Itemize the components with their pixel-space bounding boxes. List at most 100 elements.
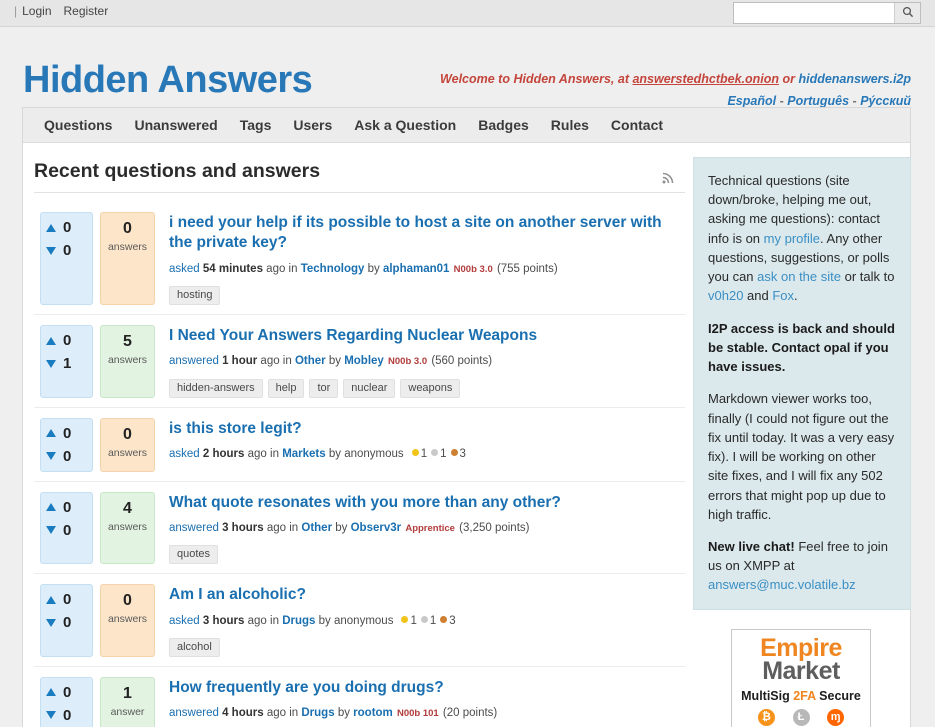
upvote-arrow-icon[interactable]: [46, 595, 56, 604]
v0h20-link[interactable]: v0h20: [708, 288, 743, 303]
notice-text-1e: .: [794, 288, 798, 304]
meta-by: by: [335, 522, 348, 534]
tag-link[interactable]: hosting: [169, 286, 221, 305]
upvote-count: 0: [63, 591, 72, 609]
ask-on-the-site-link[interactable]: ask on the site: [757, 269, 841, 284]
language-link-ru[interactable]: Рýсский: [860, 94, 911, 108]
answer-count-box: 0 answers: [100, 584, 155, 657]
empire-market-ad[interactable]: Empire Market MultiSig 2FA Secure ₿ Ł ɱ: [731, 628, 871, 727]
vote-box: 00: [40, 584, 93, 657]
meta-action: asked: [169, 614, 200, 627]
nav-item-tags[interactable]: Tags: [229, 108, 283, 142]
upvote-row[interactable]: 0: [41, 496, 92, 519]
upvote-row[interactable]: 0: [41, 681, 92, 704]
meta-user-link[interactable]: rootom: [353, 707, 393, 719]
meta-category-link[interactable]: Technology: [301, 263, 365, 275]
meta-action: answered: [169, 522, 219, 534]
vote-box: 00: [40, 491, 93, 565]
question-title-link[interactable]: How frequently are you doing drugs?: [169, 678, 685, 698]
upvote-row[interactable]: 0: [41, 216, 92, 239]
downvote-arrow-icon[interactable]: [46, 618, 56, 627]
downvote-row[interactable]: 1: [41, 352, 92, 375]
tag-link[interactable]: nuclear: [343, 378, 396, 398]
downvote-arrow-icon[interactable]: [46, 359, 56, 368]
question-meta: asked 2 hours ago in Markets by anonymou…: [169, 446, 685, 462]
notice-paragraph-4: New live chat! Feel free to join us on X…: [708, 537, 896, 595]
downvote-arrow-icon[interactable]: [46, 711, 56, 720]
nav-item-badges[interactable]: Badges: [467, 108, 540, 142]
tag-link[interactable]: hidden-answers: [169, 378, 263, 398]
question-row: 0 1 5 answers I Need Your Answers Regarding …: [34, 315, 685, 408]
ad-tagline-multisig: MultiSig: [741, 689, 794, 704]
question-row: 0 0 0 answers i need your help if its possib…: [34, 202, 685, 315]
xmpp-link[interactable]: answers@muc.volatile.bz: [708, 577, 856, 592]
search-button[interactable]: [894, 3, 920, 23]
downvote-arrow-icon[interactable]: [46, 526, 56, 535]
downvote-row[interactable]: 0: [41, 239, 92, 262]
upvote-arrow-icon[interactable]: [46, 336, 56, 345]
question-title-link[interactable]: Am I an alcoholic?: [169, 585, 685, 605]
question-title-link[interactable]: What quote resonates with you more than …: [169, 493, 685, 513]
question-title-link[interactable]: I Need Your Answers Regarding Nuclear We…: [169, 326, 685, 346]
meta-user-link[interactable]: Mobley: [344, 355, 384, 367]
nav-item-unanswered[interactable]: Unanswered: [123, 108, 228, 142]
meta-category-link[interactable]: Drugs: [301, 707, 334, 719]
question-body: i need your help if its possible to host…: [169, 212, 685, 305]
tag-link[interactable]: tor: [309, 378, 339, 398]
search-box[interactable]: [733, 2, 921, 24]
nav-item-questions[interactable]: Questions: [33, 108, 123, 142]
upvote-arrow-icon[interactable]: [46, 223, 56, 232]
upvote-row[interactable]: 0: [41, 329, 92, 352]
my-profile-link[interactable]: my profile: [764, 231, 820, 246]
meta-action: answered: [169, 355, 219, 368]
question-meta: answered 1 hour ago in Other by Mobley N…: [169, 353, 685, 369]
nav-item-ask-a-question[interactable]: Ask a Question: [343, 108, 467, 142]
tag-link[interactable]: weapons: [400, 378, 461, 398]
tag-link[interactable]: quotes: [169, 545, 219, 565]
meta-category-link[interactable]: Other: [301, 522, 332, 534]
nav-item-rules[interactable]: Rules: [540, 108, 600, 142]
upvote-arrow-icon[interactable]: [46, 688, 56, 697]
notice-paragraph-3: Markdown viewer works too, finally (I co…: [708, 391, 895, 522]
login-link[interactable]: Login: [22, 4, 51, 18]
meta-category-link[interactable]: Markets: [282, 448, 325, 460]
upvote-count: 0: [63, 424, 72, 442]
meta-user: anonymous: [333, 614, 394, 627]
meta-time: 1 hour: [222, 355, 258, 368]
upvote-row[interactable]: 0: [41, 422, 92, 445]
meta-category-link[interactable]: Other: [295, 355, 326, 367]
nav-item-users[interactable]: Users: [282, 108, 343, 142]
fox-link[interactable]: Fox: [772, 288, 794, 303]
question-meta: asked 54 minutes ago in Technology by al…: [169, 261, 685, 277]
upvote-arrow-icon[interactable]: [46, 503, 56, 512]
downvote-arrow-icon[interactable]: [46, 452, 56, 461]
meta-category-link[interactable]: Drugs: [282, 615, 315, 627]
tag-link[interactable]: help: [267, 378, 305, 398]
upvote-arrow-icon[interactable]: [46, 429, 56, 438]
language-link-es[interactable]: Español: [727, 94, 776, 108]
answer-count: 1: [123, 684, 132, 702]
answer-count: 5: [123, 333, 132, 350]
tag-link[interactable]: alcohol: [169, 637, 220, 657]
question-title-link[interactable]: i need your help if its possible to host…: [169, 213, 685, 254]
downvote-row[interactable]: 0: [41, 611, 92, 634]
language-link-pt[interactable]: Português: [787, 94, 849, 108]
meta-by: by: [318, 614, 331, 627]
meta-user-link[interactable]: Observ3r: [351, 522, 402, 534]
meta-by: by: [328, 448, 342, 460]
downvote-row[interactable]: 0: [41, 445, 92, 468]
search-input[interactable]: [734, 3, 894, 23]
downvote-count: 0: [63, 447, 72, 465]
i2p-address-link[interactable]: hiddenanswers.i2p: [798, 72, 911, 86]
site-logo[interactable]: Hidden Answers: [23, 61, 313, 99]
downvote-row[interactable]: 0: [41, 519, 92, 542]
meta-user-link[interactable]: alphaman01: [383, 263, 449, 275]
nav-item-contact[interactable]: Contact: [600, 108, 674, 142]
question-title-link[interactable]: is this store legit?: [169, 419, 685, 439]
onion-address-link[interactable]: answerstedhctbek.onion: [632, 72, 779, 86]
rss-icon[interactable]: [662, 167, 675, 190]
register-link[interactable]: Register: [64, 4, 109, 18]
upvote-row[interactable]: 0: [41, 588, 92, 611]
downvote-arrow-icon[interactable]: [46, 246, 56, 255]
downvote-row[interactable]: 0: [41, 704, 92, 727]
